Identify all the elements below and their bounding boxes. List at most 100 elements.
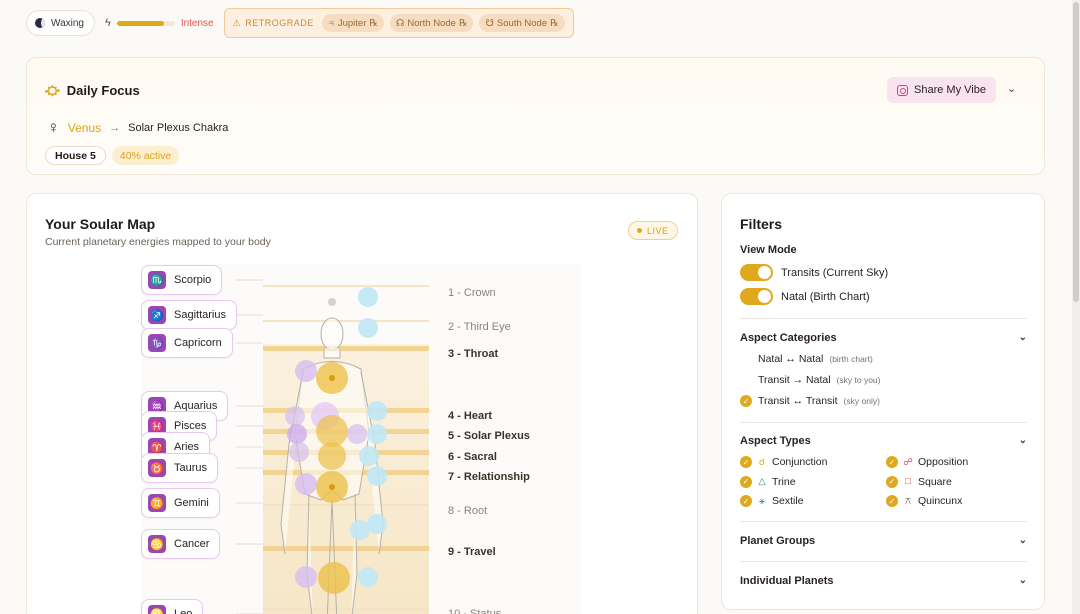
chakra-label-6: 6 - Sacral [448, 451, 497, 463]
divider [740, 318, 1027, 319]
category-transit-natal[interactable]: Transit → Natal (sky to you) [740, 374, 880, 386]
natal-toggle[interactable] [740, 288, 773, 305]
view-mode-label: View Mode [740, 244, 797, 256]
aspect-quincunx[interactable]: ✓ ⚻ Quincunx [886, 495, 962, 507]
sign-chip-gemini[interactable]: ♊ Gemini [141, 488, 220, 518]
sign-label: Sagittarius [174, 309, 226, 321]
category-label: Transit ↔ Transit [758, 395, 838, 407]
aspect-sextile[interactable]: ✓ ⚹ Sextile [740, 495, 804, 507]
category-transit-transit[interactable]: ✓ Transit ↔ Transit (sky only) [740, 395, 880, 407]
chakra-band [263, 608, 429, 610]
check-icon: ✓ [886, 475, 898, 488]
sign-chip-scorpio[interactable]: ♏ Scorpio [141, 265, 223, 295]
aspect-conjunction[interactable]: ✓ ☌ Conjunction [740, 456, 827, 468]
soular-map-card: Your Soular Map Current planetary energi… [26, 193, 698, 614]
retrograde-pill-jupiter[interactable]: ♃ Jupiter ℞ [321, 14, 384, 32]
share-label: Share My Vibe [914, 84, 986, 96]
gemini-icon: ♊ [148, 494, 166, 512]
aspect-types-label: Aspect Types [740, 435, 811, 447]
focus-planet-name: Venus [67, 121, 102, 135]
toggle-knob [758, 266, 771, 279]
scrollbar-thumb[interactable] [1073, 2, 1079, 302]
retrograde-flag: ℞ [550, 17, 559, 29]
chakra-label-9: 9 - Travel [448, 546, 496, 558]
unchecked-icon [740, 353, 752, 365]
aspect-label: Opposition [918, 456, 969, 468]
aspect-label: Conjunction [772, 456, 828, 468]
natal-toggle-row[interactable]: Natal (Birth Chart) [740, 288, 870, 305]
aspect-types-header[interactable]: Aspect Types ⌄ [740, 435, 1027, 447]
moon-phase-pill[interactable]: Waxing [26, 10, 95, 36]
filters-card: Filters View Mode Transits (Current Sky)… [721, 193, 1045, 610]
chevron-down-icon: ⌄ [1018, 575, 1027, 586]
category-label: Natal ↔ Natal [758, 353, 824, 365]
retrograde-pill-north-node[interactable]: ☊ North Node ℞ [389, 14, 474, 32]
chakra-label-4: 4 - Heart [448, 410, 493, 422]
daily-focus-card: ⛮ Daily Focus Share My Vibe ⌄ ♀ Venus → … [26, 57, 1045, 175]
chakra-label-1: 1 - Crown [448, 287, 496, 299]
conjunction-icon: ☌ [758, 456, 766, 468]
chakra-label-3: 3 - Throat [448, 348, 499, 360]
aspect-label: Quincunx [918, 495, 963, 507]
quincunx-icon: ⚻ [904, 495, 912, 507]
scorpio-icon: ♏ [148, 271, 166, 289]
daily-focus-title: Daily Focus [66, 83, 140, 98]
active-badge: 40% active [111, 146, 180, 165]
transits-toggle-row[interactable]: Transits (Current Sky) [740, 264, 888, 281]
retrograde-name: North Node [407, 17, 456, 29]
retrograde-title: ⚠ RETROGRADE [233, 18, 314, 29]
sign-chip-cancer[interactable]: ♋ Cancer [141, 529, 221, 559]
category-natal-natal[interactable]: Natal ↔ Natal (birth chart) [740, 353, 873, 365]
category-hint: (sky only) [843, 396, 880, 406]
check-icon: ✓ [886, 495, 898, 507]
retrograde-name: South Node [496, 17, 548, 29]
check-icon: ✓ [740, 395, 752, 407]
jupiter-icon: ♃ [327, 17, 335, 29]
body-map-graphic [141, 264, 581, 614]
check-icon: ✓ [740, 495, 752, 507]
sign-chip-capricorn[interactable]: ♑ Capricorn [141, 328, 233, 358]
arrow-right-icon: → [109, 122, 121, 134]
check-icon: ✓ [740, 456, 752, 468]
retrograde-flag: ℞ [369, 17, 378, 29]
chevron-down-icon[interactable]: ⌄ [1007, 82, 1016, 95]
meditation-icon: ⛮ [45, 82, 60, 98]
aspect-square[interactable]: ✓ □ Square [886, 475, 952, 488]
aspect-trine[interactable]: ✓ △ Trine [740, 475, 796, 488]
toggle-knob [758, 290, 771, 303]
sign-chip-sagittarius[interactable]: ♐ Sagittarius [141, 300, 237, 330]
retrograde-panel: ⚠ RETROGRADE ♃ Jupiter ℞ ☊ North Node ℞ … [223, 8, 574, 38]
focus-planet-row: ♀ Venus → Solar Plexus Chakra [47, 118, 228, 138]
chakra-label-5: 5 - Solar Plexus [448, 430, 530, 442]
chakra-band [263, 346, 429, 351]
chakra-band [263, 285, 429, 287]
sign-label: Cancer [174, 538, 210, 550]
category-hint: (birth chart) [829, 354, 873, 364]
retrograde-pill-south-node[interactable]: ☋ South Node ℞ [479, 14, 565, 32]
chakra-band [263, 320, 429, 322]
individual-planets-header[interactable]: Individual Planets ⌄ [740, 575, 1027, 587]
north-node-icon: ☊ [395, 17, 405, 29]
planet-groups-header[interactable]: Planet Groups ⌄ [740, 535, 1027, 547]
chevron-down-icon: ⌄ [1018, 535, 1027, 546]
sign-chip-leo[interactable]: ♌ Leo [141, 599, 204, 614]
aspect-opposition[interactable]: ✓ ☍ Opposition [886, 456, 968, 468]
focus-badges: House 5 40% active [45, 146, 180, 165]
trine-icon: △ [758, 476, 766, 487]
page-scrollbar[interactable] [1072, 0, 1080, 614]
sextile-icon: ⚹ [759, 495, 765, 507]
retrograde-flag: ℞ [458, 17, 468, 29]
individual-planets-label: Individual Planets [740, 575, 834, 587]
intensity-label: Intense [180, 17, 214, 29]
check-icon: ✓ [886, 456, 898, 468]
opposition-icon: ☍ [903, 456, 913, 468]
planet-groups-label: Planet Groups [740, 535, 816, 547]
sign-chip-taurus[interactable]: ♉ Taurus [141, 453, 219, 483]
moon-phase-label: Waxing [51, 17, 84, 29]
leo-icon: ♌ [148, 605, 166, 614]
moon-icon [35, 18, 45, 28]
aspect-categories-header[interactable]: Aspect Categories ⌄ [740, 332, 1027, 344]
sign-label: Taurus [174, 462, 208, 474]
transits-toggle[interactable] [740, 264, 773, 281]
share-my-vibe-button[interactable]: Share My Vibe [887, 77, 996, 103]
